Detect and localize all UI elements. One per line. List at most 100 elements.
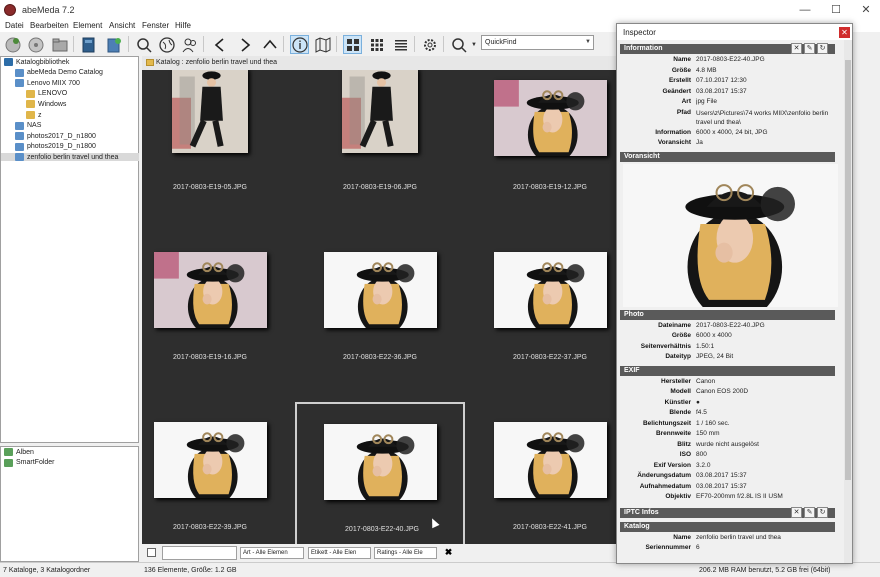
tree-item[interactable]: z bbox=[26, 111, 42, 119]
thumbnail-image[interactable] bbox=[153, 422, 267, 506]
search-icon[interactable] bbox=[134, 35, 153, 54]
section-header-preview[interactable]: Voransicht bbox=[620, 151, 835, 162]
property-row: Blitz wurde nicht ausgelöst bbox=[620, 441, 844, 451]
new-catalog-icon[interactable] bbox=[3, 35, 22, 54]
thumbnail-cell[interactable]: 2017-0803-E22-39.JPG bbox=[142, 402, 295, 544]
thumbnail-image[interactable] bbox=[172, 70, 248, 153]
thumbnail-cell[interactable]: 2017-0803-E22-41.JPG bbox=[465, 402, 616, 544]
property-row: Name 2017-0803-E22-40.JPG bbox=[620, 56, 844, 66]
menu-ansicht[interactable]: Ansicht bbox=[109, 21, 135, 30]
inspector-close-icon[interactable]: ✕ bbox=[839, 27, 850, 38]
minimize-icon[interactable]: — bbox=[797, 2, 813, 18]
tree-item[interactable]: LENOVO bbox=[26, 89, 68, 98]
thumbnail-image[interactable] bbox=[493, 80, 607, 164]
menu-hilfe[interactable]: Hilfe bbox=[175, 21, 191, 30]
property-value: ● bbox=[696, 398, 700, 406]
catalog-icon bbox=[15, 79, 24, 88]
section-refresh-icon[interactable]: ↻ bbox=[817, 506, 828, 518]
thumbnail-image[interactable] bbox=[493, 422, 607, 506]
catalog-icon bbox=[15, 68, 24, 77]
section-close-icon[interactable]: ✕ bbox=[791, 43, 802, 54]
property-row: Geändert 03.08.2017 15:37 bbox=[620, 88, 844, 98]
thumbnail-cell[interactable]: 2017-0803-E19-06.JPG bbox=[295, 70, 465, 232]
thumbnail-image[interactable] bbox=[323, 424, 437, 508]
book-icon[interactable] bbox=[79, 35, 98, 54]
property-value: 03.08.2017 15:37 bbox=[696, 87, 747, 95]
section-title: EXIF bbox=[624, 366, 640, 374]
quickfind-search-icon[interactable] bbox=[449, 35, 468, 54]
tree-item[interactable]: abeMeda Demo Catalog bbox=[15, 68, 103, 77]
section-header-exif[interactable]: EXIF bbox=[620, 365, 835, 376]
people-icon[interactable] bbox=[180, 35, 199, 54]
tree-item[interactable]: Lenovo MIIX 700 bbox=[15, 79, 80, 88]
section-refresh-icon[interactable]: ↻ bbox=[817, 43, 828, 54]
thumbnail-cell[interactable]: 2017-0803-E19-12.JPG bbox=[465, 70, 616, 232]
close-icon[interactable]: ✕ bbox=[858, 2, 874, 18]
property-key: Künstler bbox=[664, 398, 691, 406]
section-edit-icon[interactable]: ✎ bbox=[804, 43, 815, 54]
property-value: 150 mm bbox=[696, 430, 720, 437]
quickfind-input[interactable]: QuickFind ▼ bbox=[481, 35, 594, 50]
large-thumbnails-icon[interactable] bbox=[343, 35, 362, 54]
thumbnail-image[interactable] bbox=[153, 252, 267, 336]
tree-item-label: NAS bbox=[27, 122, 42, 130]
small-thumbnails-icon[interactable] bbox=[367, 35, 386, 54]
quickfind-dropdown-icon[interactable]: ▼ bbox=[471, 42, 477, 48]
forward-arrow-icon[interactable] bbox=[235, 35, 254, 54]
tree-item[interactable]: Windows bbox=[26, 100, 66, 109]
thumbnail-cell[interactable]: 2017-0803-E22-36.JPG bbox=[295, 232, 465, 402]
open-folder-icon[interactable] bbox=[50, 35, 69, 54]
map-icon[interactable] bbox=[313, 35, 332, 54]
section-header-photo[interactable]: Photo bbox=[620, 309, 835, 320]
up-arrow-icon[interactable] bbox=[260, 35, 279, 54]
tree-item[interactable]: photos2017_D_n1800 bbox=[15, 132, 96, 141]
property-row: Erstellt 07.10.2017 12:30 bbox=[620, 77, 844, 87]
globe-icon[interactable] bbox=[157, 35, 176, 54]
tree-item[interactable]: zenfolio berlin travel und thea bbox=[1, 153, 139, 162]
inspector-scrollbar[interactable] bbox=[844, 40, 852, 563]
tree-item[interactable]: NAS bbox=[15, 121, 42, 130]
back-arrow-icon[interactable] bbox=[210, 35, 229, 54]
tree-item[interactable]: photos2019_D_n1800 bbox=[15, 142, 96, 151]
thumbnail-cell[interactable]: 2017-0803-E19-05.JPG bbox=[142, 70, 295, 232]
property-key: Information bbox=[655, 128, 691, 136]
section-header-katalog[interactable]: Katalog bbox=[620, 521, 835, 532]
thumbnail-cell[interactable]: 2017-0803-E19-16.JPG bbox=[142, 232, 295, 402]
filter-search-input[interactable] bbox=[162, 546, 237, 560]
title-bar: abeMeda 7.2 — ☐ ✕ bbox=[0, 0, 880, 20]
album-item-label: Alben bbox=[16, 448, 34, 456]
clear-filter-icon[interactable]: ✖ bbox=[443, 547, 454, 558]
etikett-filter-select[interactable]: Etikett - Alle Elen bbox=[308, 547, 371, 559]
tree-item-label: LENOVO bbox=[38, 90, 68, 98]
menu-fenster[interactable]: Fenster bbox=[142, 21, 169, 30]
property-key: Brennweite bbox=[655, 430, 691, 437]
maximize-icon[interactable]: ☐ bbox=[828, 2, 844, 18]
thumbnail-cell[interactable]: 2017-0803-E22-40.JPG bbox=[295, 402, 465, 544]
filter-checkbox[interactable] bbox=[147, 548, 156, 557]
scan-catalog-icon[interactable] bbox=[26, 35, 45, 54]
new-album-icon[interactable] bbox=[104, 35, 123, 54]
property-key: Hersteller bbox=[661, 377, 691, 385]
list-view-icon[interactable] bbox=[391, 35, 410, 54]
chevron-down-icon[interactable]: ▼ bbox=[585, 39, 591, 45]
thumbnail-image[interactable] bbox=[493, 252, 607, 336]
section-close-icon[interactable]: ✕ bbox=[791, 506, 802, 518]
tree-item[interactable]: Katalogbibliothek bbox=[4, 58, 69, 66]
thumbnail-image[interactable] bbox=[342, 70, 418, 153]
property-key: Seitenverhältnis bbox=[640, 342, 691, 350]
info-inspector-icon[interactable] bbox=[290, 35, 309, 54]
menu-element[interactable]: Element bbox=[73, 21, 102, 30]
ratings-filter-select[interactable]: Ratings - Alle Ele bbox=[374, 547, 437, 559]
property-row: ISO 800 bbox=[620, 451, 844, 461]
album-item[interactable]: Alben bbox=[4, 448, 34, 456]
settings-gear-icon[interactable] bbox=[420, 35, 439, 54]
art-filter-select[interactable]: Art - Alle Elemen bbox=[240, 547, 304, 559]
thumbnail-cell[interactable]: 2017-0803-E22-37.JPG bbox=[465, 232, 616, 402]
property-key: Größe bbox=[671, 66, 691, 74]
property-key: Seriennummer bbox=[645, 544, 691, 551]
menu-bearbeiten[interactable]: Bearbeiten bbox=[30, 21, 69, 30]
album-item[interactable]: SmartFolder bbox=[4, 458, 55, 467]
section-edit-icon[interactable]: ✎ bbox=[804, 506, 815, 518]
thumbnail-image[interactable] bbox=[323, 252, 437, 336]
menu-datei[interactable]: Datei bbox=[5, 21, 24, 30]
